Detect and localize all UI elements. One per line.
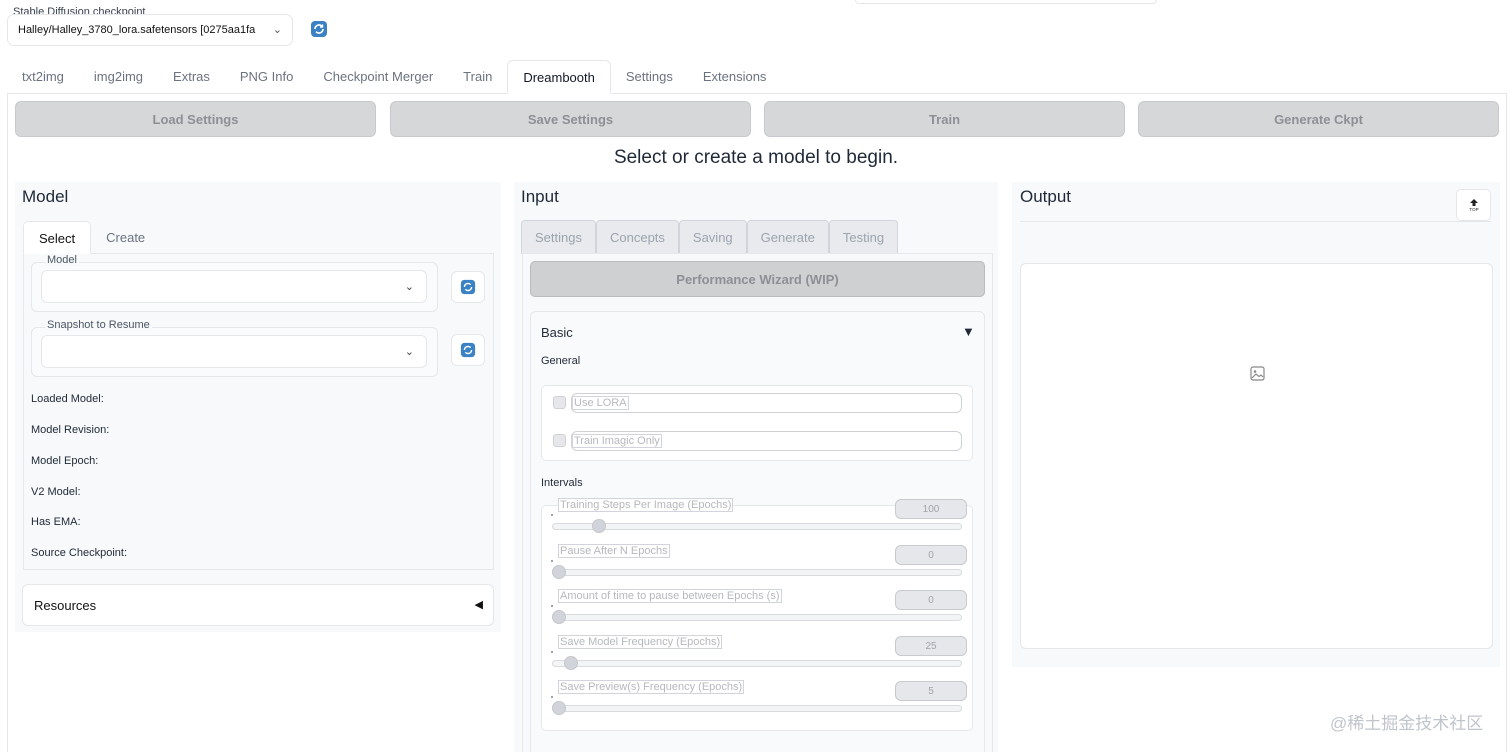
model-revision-label: Model Revision:	[31, 424, 110, 436]
upload-top-icon: TOP	[1469, 199, 1478, 212]
train-imagic-label-box: Train Imagic Only	[571, 431, 962, 451]
checkpoint-refresh-button[interactable]	[310, 20, 328, 38]
slider-label: Save Model Frequency (Epochs)	[558, 634, 723, 649]
slider-number-input[interactable]: 5	[895, 681, 967, 701]
tab-input-settings[interactable]: Settings	[521, 220, 596, 254]
output-title: Output	[1020, 187, 1072, 206]
slider-track[interactable]	[552, 705, 962, 712]
slider-number-input[interactable]: 100	[895, 499, 967, 519]
tab-select[interactable]: Select	[23, 221, 92, 254]
slider-thumb[interactable]	[552, 610, 566, 624]
has-ema-label: Has EMA:	[31, 516, 81, 528]
slider-thumb[interactable]	[552, 701, 566, 715]
floating-popup-edge	[855, 0, 1157, 4]
expand-arrow-icon[interactable]: ▼	[962, 324, 975, 339]
slider-marker	[551, 559, 553, 562]
slider-thumb[interactable]	[591, 519, 606, 533]
main-tabs: txt2img img2img Extras PNG Info Checkpoi…	[7, 60, 781, 94]
collapse-arrow-icon: ◀	[474, 599, 483, 611]
basic-label[interactable]: Basic	[541, 325, 573, 340]
select-model-hint: Select or create a model to begin.	[613, 147, 899, 168]
train-imagic-checkbox[interactable]	[553, 434, 566, 447]
refresh-icon	[460, 342, 476, 358]
watermark: @稀土掘金技术社区	[1330, 714, 1484, 733]
input-subtabs: Settings Concepts Saving Generate Testin…	[521, 220, 899, 254]
output-top-button[interactable]: TOP	[1456, 189, 1491, 221]
slider-thumb[interactable]	[563, 655, 578, 670]
v2-model-label: V2 Model:	[31, 486, 81, 498]
chevron-down-icon: ⌄	[404, 281, 414, 293]
output-image-area	[1020, 263, 1493, 649]
tab-png-info[interactable]: PNG Info	[225, 60, 308, 94]
general-label: General	[541, 355, 581, 367]
save-settings-button[interactable]: Save Settings	[390, 101, 751, 137]
checkpoint-select[interactable]: Halley/Halley_3780_lora.safetensors [027…	[7, 14, 293, 46]
resources-label: Resources	[34, 598, 97, 613]
tab-dreambooth[interactable]: Dreambooth	[507, 60, 611, 94]
chevron-down-icon: ⌄	[272, 24, 282, 36]
slider-marker	[551, 650, 553, 653]
use-lora-label-box: Use LORA	[571, 393, 962, 413]
slider-label: Training Steps Per Image (Epochs)	[558, 498, 734, 512]
slider-marker	[551, 514, 553, 516]
tab-saving[interactable]: Saving	[678, 220, 747, 254]
loaded-model-label: Loaded Model:	[31, 393, 104, 405]
train-button[interactable]: Train	[764, 101, 1125, 137]
slider-track[interactable]	[552, 614, 962, 621]
top-label: TOP	[1469, 207, 1478, 212]
slider-number-input[interactable]: 0	[895, 544, 967, 565]
snapshot-refresh-button[interactable]	[451, 334, 485, 366]
model-epoch-label: Model Epoch:	[31, 455, 99, 467]
use-lora-checkbox[interactable]	[553, 396, 566, 409]
tab-train[interactable]: Train	[448, 60, 507, 94]
model-title: Model	[22, 187, 69, 206]
tab-extras[interactable]: Extras	[158, 60, 225, 94]
resources-accordion[interactable]: Resources ◀	[22, 584, 494, 626]
snapshot-field-label: Snapshot to Resume	[45, 319, 152, 331]
tab-generate[interactable]: Generate	[746, 220, 829, 254]
slider-label: Save Preview(s) Frequency (Epochs)	[558, 680, 745, 694]
checkpoint-value: Halley/Halley_3780_lora.safetensors [027…	[18, 24, 256, 36]
model-dropdown[interactable]: ⌄	[41, 270, 427, 303]
refresh-icon	[460, 279, 476, 295]
tab-txt2img[interactable]: txt2img	[7, 60, 79, 94]
tab-extensions[interactable]: Extensions	[688, 60, 782, 94]
slider-marker	[551, 696, 553, 698]
tab-testing[interactable]: Testing	[828, 220, 899, 254]
load-settings-button[interactable]: Load Settings	[15, 101, 376, 137]
slider-number-input[interactable]: 0	[895, 590, 967, 610]
tab-concepts[interactable]: Concepts	[595, 220, 679, 254]
tab-create[interactable]: Create	[91, 221, 160, 254]
image-placeholder-icon	[1250, 366, 1265, 381]
model-refresh-button[interactable]	[451, 271, 485, 303]
output-divider	[1020, 221, 1491, 222]
model-subtabs: Select Create	[23, 221, 160, 254]
tab-checkpoint-merger[interactable]: Checkpoint Merger	[308, 60, 448, 94]
slider-thumb[interactable]	[552, 564, 566, 579]
tab-img2img[interactable]: img2img	[79, 60, 158, 94]
intervals-label: Intervals	[541, 477, 583, 489]
slider-marker	[551, 605, 553, 607]
train-imagic-label: Train Imagic Only	[572, 434, 662, 448]
performance-wizard-button[interactable]: Performance Wizard (WIP)	[530, 261, 985, 297]
slider-track[interactable]	[552, 568, 962, 576]
use-lora-label: Use LORA	[572, 396, 629, 410]
input-title: Input	[521, 187, 559, 206]
slider-track[interactable]	[552, 523, 962, 530]
slider-track[interactable]	[552, 659, 962, 667]
slider-label: Pause After N Epochs	[558, 543, 670, 558]
slider-number-input[interactable]: 25	[895, 635, 967, 656]
tab-settings[interactable]: Settings	[611, 60, 688, 94]
slider-label: Amount of time to pause between Epochs (…	[558, 589, 782, 603]
refresh-icon	[311, 21, 327, 37]
chevron-down-icon: ⌄	[404, 346, 414, 358]
model-field-label: Model	[45, 254, 79, 266]
generate-ckpt-button[interactable]: Generate Ckpt	[1138, 101, 1499, 137]
snapshot-dropdown[interactable]: ⌄	[41, 335, 427, 368]
source-checkpoint-label: Source Checkpoint:	[31, 547, 127, 559]
